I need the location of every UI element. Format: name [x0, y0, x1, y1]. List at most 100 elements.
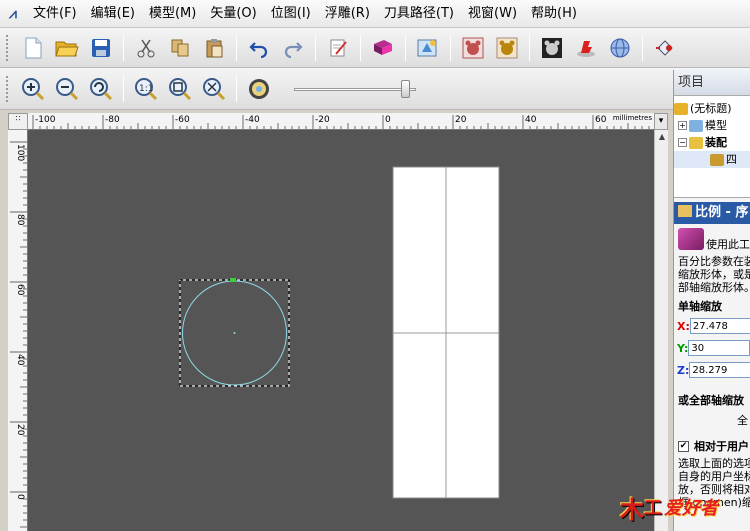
relative-user-checkbox[interactable]: ✔ [678, 440, 689, 452]
project-panel: 项目 (无标题) + 模型 − 装配 四 比例 - 序 使用此工 百分比参数在装… [673, 70, 750, 531]
single-axis-heading: 单轴缩放 [678, 300, 722, 313]
desc-line-4: 部轴缩放形体。 [678, 281, 750, 294]
menu-edit[interactable]: 编辑(E) [84, 0, 142, 28]
h-ruler-label: -40 [245, 115, 260, 125]
cut-icon[interactable] [132, 34, 160, 62]
h-ruler-label: -80 [105, 115, 120, 125]
relief-gray-icon[interactable] [538, 34, 566, 62]
watermark-logo: 木 工 爱好者 [620, 486, 745, 528]
collapse-icon[interactable]: − [678, 138, 687, 147]
toolbar-separator [236, 34, 237, 61]
relief-bear-icon[interactable] [459, 34, 487, 62]
undo-icon[interactable] [245, 34, 273, 62]
toolbar-separator [315, 34, 316, 61]
save-icon[interactable] [87, 34, 115, 62]
main-toolbar [0, 28, 750, 68]
h-ruler-label: 20 [455, 115, 467, 125]
y-label: Y: [677, 341, 689, 355]
watermark-text: 爱好者 [664, 498, 718, 519]
relief-tree-icon [710, 153, 724, 166]
z-label: Z: [677, 363, 690, 377]
v-ruler-label: 60 [15, 284, 25, 296]
paste-icon[interactable] [200, 34, 228, 62]
menu-help[interactable]: 帮助(H) [524, 0, 584, 28]
zoom-out-icon[interactable] [53, 75, 81, 103]
redo-icon[interactable] [279, 34, 307, 62]
note-line-1: 选取上面的选项 [678, 457, 750, 470]
notes-icon[interactable] [324, 34, 352, 62]
relief-bear-2-icon[interactable] [493, 34, 521, 62]
toolbar-separator [123, 75, 124, 102]
v-ruler-label: 40 [15, 354, 25, 366]
zoom-fit-icon[interactable] [166, 75, 194, 103]
assembly-tree-icon [689, 136, 703, 149]
toolbar-separator [236, 75, 237, 102]
all-axis-button[interactable]: 全 [674, 412, 750, 428]
zoom-slider[interactable] [294, 79, 416, 99]
tree-root-label: (无标题) [690, 102, 732, 115]
menu-window[interactable]: 视窗(W) [461, 0, 524, 28]
slider-thumb[interactable] [401, 79, 410, 98]
horizontal-ruler: -100 -80 -60 -40 -20 0 20 40 60 millimetres [28, 113, 654, 130]
menu-model[interactable]: 模型(M) [142, 0, 203, 28]
v-ruler-label: 20 [15, 424, 25, 436]
tree-assembly-label: 装配 [705, 136, 727, 149]
copy-icon[interactable] [166, 34, 194, 62]
open-folder-icon[interactable] [53, 34, 81, 62]
canvas-vertical-scrollbar[interactable]: ▲ [654, 130, 668, 531]
h-ruler-label: -60 [175, 115, 190, 125]
relative-user-row[interactable]: ✔ 相对于用户 [674, 428, 750, 454]
menu-relief[interactable]: 浮雕(R) [318, 0, 377, 28]
slider-track [294, 87, 416, 91]
ruler-menu-button[interactable]: ▾ [654, 113, 668, 130]
drawing-canvas[interactable] [28, 130, 654, 531]
toolbar-separator [450, 34, 451, 61]
toolbar-separator [405, 34, 406, 61]
note-line-2: 自身的用户坐标 [678, 470, 750, 483]
expand-icon[interactable]: + [678, 121, 687, 130]
x-label: X: [677, 319, 690, 333]
h-ruler-label: -100 [35, 115, 56, 125]
menu-bitmap[interactable]: 位图(I) [264, 0, 318, 28]
zoom-1-1-icon[interactable]: 1:1 [132, 75, 160, 103]
book-icon[interactable] [369, 34, 397, 62]
relief-red-icon[interactable] [572, 34, 600, 62]
zoom-previous-icon[interactable] [87, 75, 115, 103]
scroll-up-arrow[interactable]: ▲ [655, 130, 669, 144]
h-ruler-label: 40 [525, 115, 537, 125]
tree-child[interactable]: 四 [674, 151, 750, 168]
tree-root[interactable]: (无标题) [674, 100, 750, 117]
tree-model[interactable]: + 模型 [674, 117, 750, 134]
y-scale-input[interactable] [688, 340, 750, 356]
ruler-corner[interactable]: ∷ [8, 113, 28, 130]
toolbar-separator [123, 34, 124, 61]
artcam-icon[interactable]: ⩘ [0, 0, 26, 28]
toolbar-grip[interactable] [6, 75, 10, 102]
v-ruler-label: 100 [15, 144, 25, 161]
new-file-icon[interactable] [19, 34, 47, 62]
z-scale-input[interactable] [689, 362, 750, 378]
rotate-handle[interactable] [230, 278, 236, 282]
ruler-units: millimetres [612, 114, 652, 122]
menu-bar: ⩘ 文件(F) 编辑(E) 模型(M) 矢量(O) 位图(I) 浮雕(R) 刀具… [0, 0, 750, 28]
model-icon[interactable] [414, 34, 442, 62]
h-ruler-label: -20 [315, 115, 330, 125]
scale-title-icon [678, 205, 692, 217]
menu-vector[interactable]: 矢量(O) [203, 0, 263, 28]
desc-line-1: 使用此工 [706, 238, 750, 251]
toolpath-icon[interactable] [651, 34, 679, 62]
x-scale-input[interactable] [689, 318, 750, 334]
menu-toolpath[interactable]: 刀具路径(T) [377, 0, 461, 28]
z-scale-row: Z: [674, 360, 750, 380]
toolbar-grip[interactable] [6, 34, 10, 61]
menu-file[interactable]: 文件(F) [26, 0, 84, 28]
tree-child-label: 四 [726, 153, 737, 166]
tree-assembly[interactable]: − 装配 [674, 134, 750, 151]
x-scale-row: X: [674, 316, 750, 336]
zoom-all-icon[interactable] [200, 75, 228, 103]
y-scale-row: Y: [674, 338, 750, 358]
sphere-icon[interactable] [606, 34, 634, 62]
color-picker-icon[interactable] [245, 75, 273, 103]
watermark-logo-char: 木 [620, 494, 644, 524]
zoom-in-icon[interactable] [19, 75, 47, 103]
